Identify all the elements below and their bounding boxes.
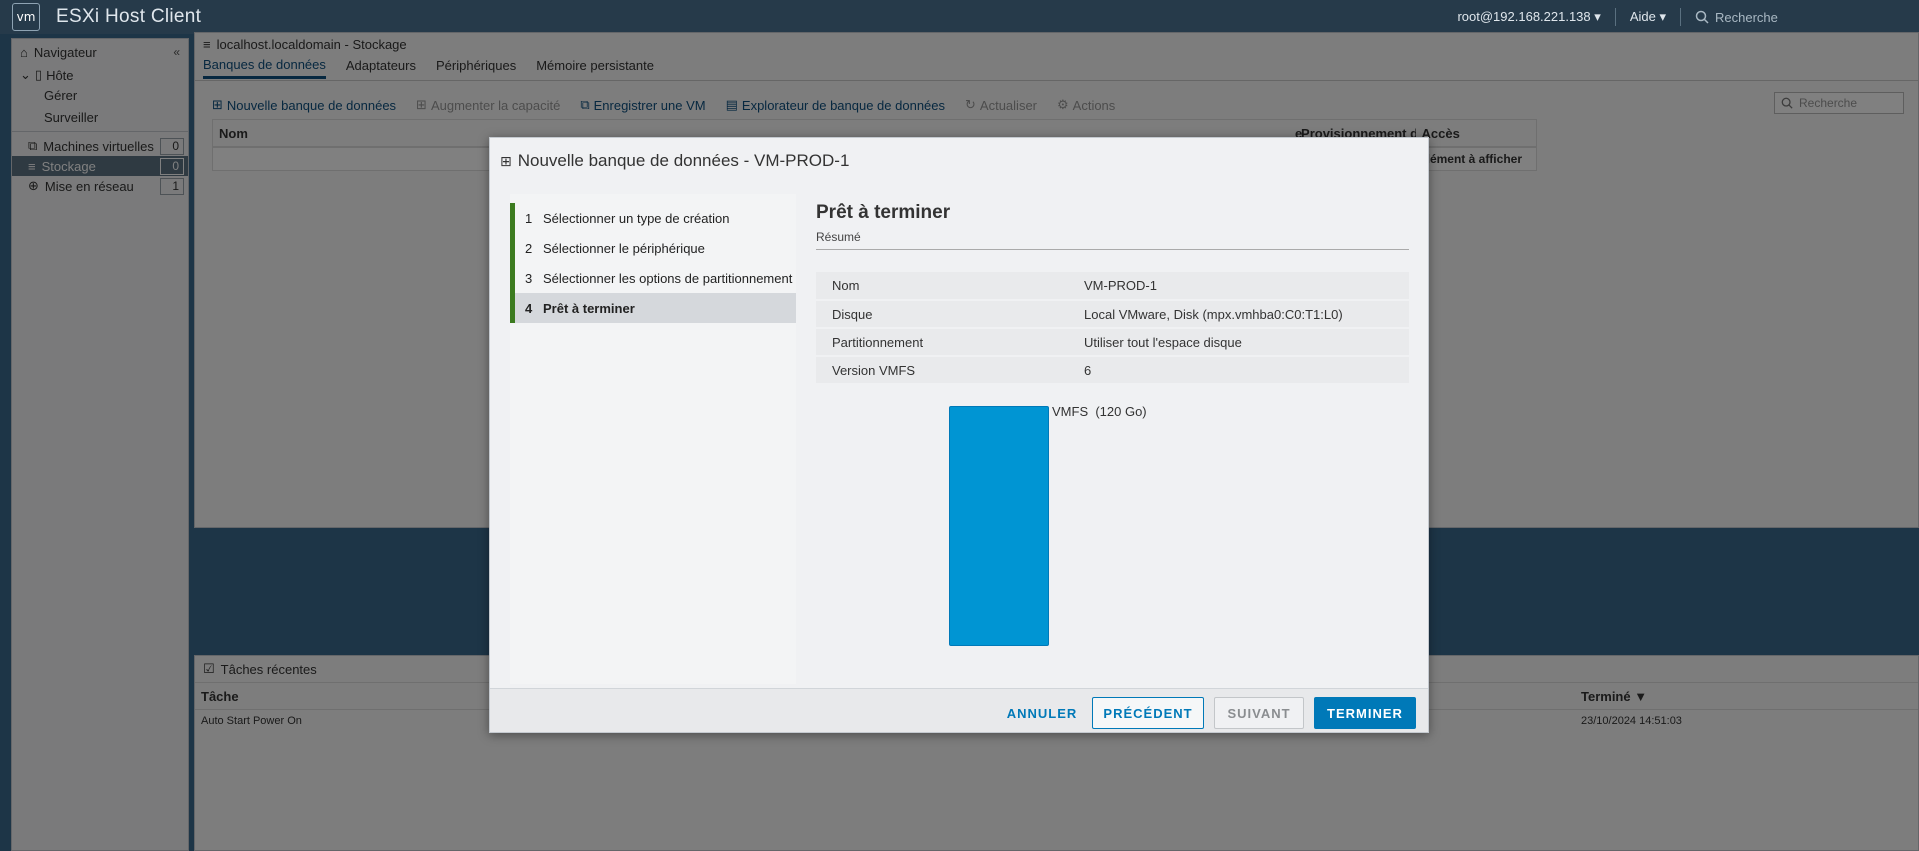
app-header: vm ESXi Host Client root@192.168.221.138…: [0, 0, 1919, 34]
count-badge: 0: [160, 137, 184, 155]
nav-storage[interactable]: ≡ Stockage 0: [12, 156, 188, 176]
refresh-icon: ↻: [965, 97, 976, 112]
vmware-logo: vm: [12, 3, 40, 31]
wizard-step-1[interactable]: 1 Sélectionner un type de création: [510, 203, 796, 233]
table-row: Nom VM-PROD-1: [816, 272, 1409, 301]
dialog-title: Nouvelle banque de données - VM-PROD-1: [517, 151, 850, 170]
tab-datastores[interactable]: Banques de données: [203, 57, 326, 79]
search-icon: [1781, 97, 1793, 109]
nav-networking[interactable]: ⊕ Mise en réseau 1: [12, 176, 188, 196]
new-datastore-dialog: ⊞ Nouvelle banque de données - VM-PROD-1…: [489, 137, 1429, 733]
app-title: ESXi Host Client: [56, 6, 202, 27]
summary-table: Nom VM-PROD-1 Disque Local VMware, Disk (m…: [816, 272, 1409, 385]
page-title: ≡ localhost.localdomain - Stockage: [203, 36, 407, 52]
next-button[interactable]: SUIVANT: [1214, 697, 1304, 729]
storage-tabs: Banques de données Adaptateurs Périphéri…: [195, 55, 1918, 81]
add-datastore-icon: ⊞: [212, 97, 223, 112]
register-vm-icon: ⧉: [580, 97, 590, 112]
tab-persistent-memory[interactable]: Mémoire persistante: [536, 58, 654, 77]
tab-devices[interactable]: Périphériques: [436, 58, 516, 77]
host-icon: ▯: [34, 67, 43, 82]
count-badge: 1: [160, 177, 184, 195]
cancel-button[interactable]: ANNULER: [1002, 697, 1082, 729]
search-icon: [1695, 10, 1709, 24]
chevron-down-icon: ⌄: [20, 67, 31, 82]
storage-icon: ≡: [28, 158, 36, 174]
column-header-access[interactable]: Accès: [1416, 126, 1536, 141]
chevron-down-icon: ▾: [1659, 9, 1666, 24]
table-row: Partitionnement Utiliser tout l'espace di…: [816, 328, 1409, 357]
datastore-search[interactable]: Recherche: [1774, 92, 1904, 114]
nav-monitor[interactable]: Surveiller: [12, 107, 188, 127]
wizard-content: Prêt à terminer Résumé Nom VM-PROD-1 Disq…: [816, 194, 1414, 684]
wizard-steps: 1 Sélectionner un type de création 2 Sélec…: [510, 194, 796, 684]
dialog-footer: ANNULER PRÉCÉDENT SUIVANT TERMINER: [490, 688, 1428, 732]
chevron-down-icon: ▾: [1594, 9, 1601, 24]
vmfs-partition-block: [949, 406, 1049, 646]
dialog-header: ⊞ Nouvelle banque de données - VM-PROD-1: [490, 138, 1428, 184]
datastore-toolbar: ⊞ Nouvelle banque de données ⊞ Augmenter l…: [212, 93, 1537, 117]
home-icon: ⌂: [20, 44, 28, 60]
vm-icon: ⧉: [28, 138, 38, 153]
navigator-panel: ⌂ Navigateur « ⌄ ▯ Hôte Gérer Surveiller…: [11, 38, 189, 851]
gear-icon: ⚙: [1057, 97, 1069, 112]
datastore-browser-button[interactable]: ▤ Explorateur de banque de données: [726, 97, 945, 113]
actions-button[interactable]: ⚙ Actions: [1057, 97, 1115, 113]
user-menu[interactable]: root@192.168.221.138 ▾: [1457, 9, 1600, 25]
table-row: Disque Local VMware, Disk (mpx.vmhba0:C0:…: [816, 300, 1409, 329]
storage-icon: ≡: [203, 36, 211, 52]
tab-adapters[interactable]: Adaptateurs: [346, 58, 416, 77]
increase-capacity-button[interactable]: ⊞ Augmenter la capacité: [416, 97, 560, 113]
new-datastore-button[interactable]: ⊞ Nouvelle banque de données: [212, 97, 396, 113]
previous-button[interactable]: PRÉCÉDENT: [1092, 697, 1204, 729]
nav-manage[interactable]: Gérer: [12, 85, 188, 105]
collapse-icon[interactable]: «: [173, 45, 180, 59]
content-title: Prêt à terminer: [816, 202, 951, 223]
count-badge: 0: [160, 157, 184, 175]
content-subtitle: Résumé: [816, 230, 1409, 250]
wizard-step-3[interactable]: 3 Sélectionner les options de partitionne…: [510, 263, 796, 293]
table-row: Version VMFS 6: [816, 356, 1409, 385]
help-menu[interactable]: Aide ▾: [1630, 9, 1666, 25]
divider: [1614, 8, 1616, 26]
tasks-icon: ☑: [203, 661, 215, 676]
finish-button[interactable]: TERMINER: [1314, 697, 1416, 729]
divider: [12, 131, 188, 132]
nav-host[interactable]: ⌄ ▯ Hôte: [12, 65, 188, 85]
nav-virtual-machines[interactable]: ⧉ Machines virtuelles 0: [12, 136, 188, 156]
global-search[interactable]: Recherche: [1695, 10, 1855, 25]
vmfs-partition-label: VMFS (120 Go): [1052, 404, 1147, 419]
network-icon: ⊕: [28, 178, 39, 193]
divider: [1680, 8, 1681, 26]
wizard-step-2[interactable]: 2 Sélectionner le périphérique: [510, 233, 796, 263]
add-icon: ⊞: [416, 97, 427, 112]
add-datastore-icon: ⊞: [500, 152, 512, 169]
column-header-completed[interactable]: Terminé ▼: [1575, 689, 1775, 704]
wizard-step-4[interactable]: 4 Prêt à terminer: [510, 293, 796, 323]
folder-icon: ▤: [725, 97, 738, 112]
refresh-button[interactable]: ↻ Actualiser: [965, 97, 1037, 113]
navigator-header: ⌂ Navigateur «: [20, 44, 180, 60]
register-vm-button[interactable]: ⧉ Enregistrer une VM: [580, 97, 705, 113]
